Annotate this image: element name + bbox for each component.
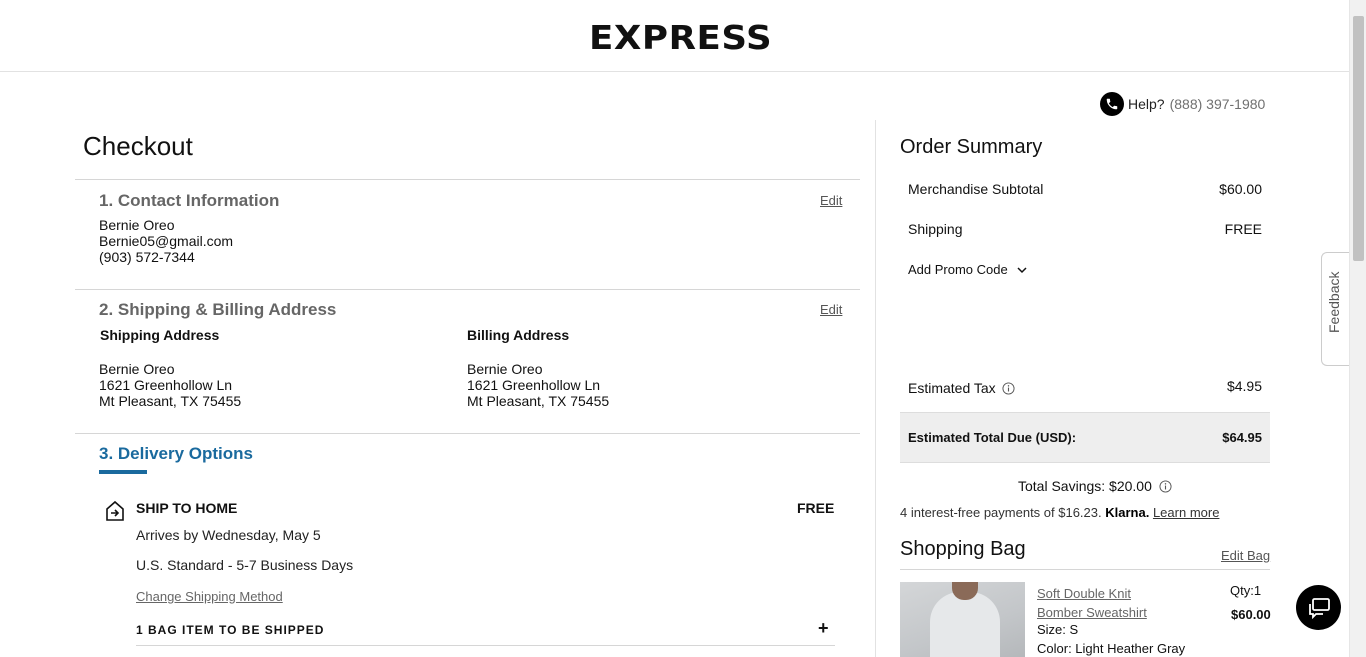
contact-edit-link[interactable]: Edit (820, 193, 842, 208)
chevron-down-icon (1016, 264, 1028, 276)
order-summary-title: Order Summary (900, 136, 1043, 158)
divider (75, 289, 860, 290)
klarna-learn-more-link[interactable]: Learn more (1153, 505, 1219, 520)
shipping-address-label: Shipping Address (100, 327, 220, 343)
delivery-section-title: 3. Delivery Options (99, 444, 253, 463)
product-shirt-shape (930, 592, 1000, 657)
tax-label: Estimated Tax (908, 380, 996, 396)
shipping-name: Bernie Oreo (99, 361, 175, 377)
klarna-text: 4 interest-free payments of $16.23. (900, 505, 1102, 520)
ship-to-home-label: SHIP TO HOME (136, 500, 238, 516)
edit-bag-link[interactable]: Edit Bag (1221, 548, 1270, 563)
billing-line2: Mt Pleasant, TX 75455 (467, 393, 610, 409)
feedback-tab[interactable]: Feedback (1321, 252, 1349, 366)
help-contact: Help? (888) 397-1980 (1100, 92, 1265, 116)
billing-line1: 1621 Greenhollow Ln (467, 377, 601, 393)
divider (900, 569, 1270, 570)
promo-label: Add Promo Code (908, 262, 1008, 277)
klarna-logo: Klarna. (1105, 505, 1150, 520)
ship-to-home-price: FREE (797, 500, 835, 516)
info-icon[interactable] (1002, 381, 1015, 395)
expand-items-button[interactable]: + (818, 619, 829, 637)
subtotal-label: Merchandise Subtotal (908, 181, 1044, 197)
column-divider (875, 120, 876, 657)
shipping-label: Shipping (908, 221, 963, 237)
tax-row: Estimated Tax (908, 380, 1015, 396)
info-icon[interactable] (1159, 479, 1172, 493)
product-name-link[interactable]: Soft Double Knit Bomber Sweatshirt (1037, 584, 1147, 622)
site-header: EXPRESS (0, 0, 1349, 72)
contact-email: Bernie05@gmail.com (99, 233, 234, 249)
help-phone-number[interactable]: (888) 397-1980 (1170, 96, 1266, 112)
shipping-line1: 1621 Greenhollow Ln (99, 377, 233, 393)
product-price: $60.00 (1231, 607, 1271, 622)
arrival-date: Arrives by Wednesday, May 5 (136, 527, 321, 543)
total-savings: Total Savings: $20.00 (1018, 478, 1172, 494)
subtotal-value: $60.00 (1219, 181, 1262, 197)
divider (75, 179, 860, 180)
tax-value: $4.95 (1226, 378, 1262, 394)
chat-button[interactable] (1296, 585, 1341, 630)
contact-name: Bernie Oreo (99, 217, 175, 233)
shipping-service: U.S. Standard - 5-7 Business Days (136, 557, 354, 573)
contact-section-title: 1. Contact Information (99, 191, 280, 210)
add-promo-code-toggle[interactable]: Add Promo Code (908, 262, 1028, 277)
page-scrollbar[interactable] (1349, 0, 1366, 657)
shipping-line2: Mt Pleasant, TX 75455 (99, 393, 242, 409)
divider (75, 433, 860, 434)
total-savings-text: Total Savings: $20.00 (1018, 478, 1152, 494)
shipping-value: FREE (1224, 221, 1262, 237)
billing-address-label: Billing Address (467, 327, 570, 343)
product-image[interactable] (900, 582, 1025, 657)
divider (136, 645, 835, 646)
total-due-label: Estimated Total Due (USD): (908, 430, 1077, 445)
product-color: Color: Light Heather Gray (1037, 641, 1186, 656)
page-title: Checkout (83, 131, 193, 161)
klarna-message: 4 interest-free payments of $16.23. Klar… (900, 505, 1219, 520)
change-shipping-method-link[interactable]: Change Shipping Method (136, 589, 283, 605)
address-section-title: 2. Shipping & Billing Address (99, 300, 337, 319)
ship-home-icon (103, 499, 127, 528)
scrollbar-thumb[interactable] (1353, 16, 1364, 261)
feedback-label: Feedback (1326, 271, 1342, 333)
product-size: Size: S (1037, 622, 1079, 637)
phone-icon (1100, 92, 1124, 116)
help-label: Help? (1128, 96, 1165, 112)
active-section-underline (99, 470, 147, 474)
chat-icon (1307, 597, 1331, 619)
contact-phone: (903) 572-7344 (99, 249, 195, 265)
product-name-line2: Bomber Sweatshirt (1037, 605, 1147, 620)
bag-items-to-ship-label: 1 BAG ITEM TO BE SHIPPED (136, 623, 325, 637)
product-qty: Qty:1 (1230, 583, 1262, 598)
product-name-line1: Soft Double Knit (1037, 586, 1131, 601)
address-edit-link[interactable]: Edit (820, 302, 842, 317)
billing-name: Bernie Oreo (467, 361, 543, 377)
express-logo[interactable]: EXPRESS (589, 18, 772, 57)
total-due-value: $64.95 (1222, 430, 1262, 445)
shopping-bag-title: Shopping Bag (900, 538, 1026, 560)
